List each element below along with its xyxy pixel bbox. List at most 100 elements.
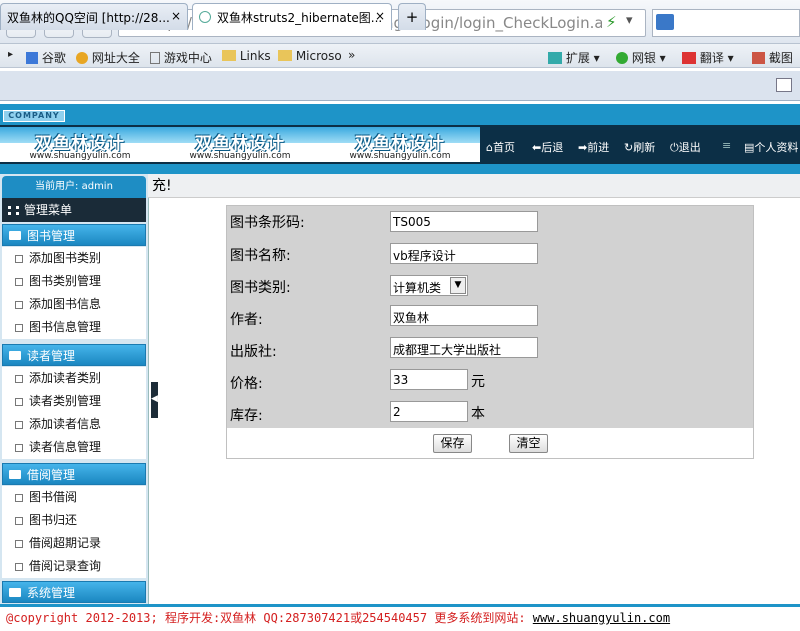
doc-icon — [15, 324, 23, 332]
chevron-down-icon[interactable]: ▼ — [450, 277, 466, 294]
translate-menu[interactable]: 翻译 ▾ — [682, 49, 734, 66]
bookmark-microsoft[interactable]: Microso — [278, 49, 342, 63]
screenshot-menu[interactable]: 截图 — [752, 49, 793, 66]
label-stock: 库存: — [230, 408, 263, 424]
price-input[interactable]: 33 — [390, 369, 468, 390]
footer-site-link[interactable]: www.shuangyulin.com — [533, 611, 670, 625]
banner-2: 双鱼林设计 www.shuangyulin.com — [160, 127, 320, 162]
folder-icon — [278, 50, 292, 61]
chevron-left-icon: ◀ — [151, 394, 158, 404]
save-button[interactable]: 保存 — [433, 434, 472, 453]
author-input[interactable]: 双鱼林 — [390, 305, 538, 326]
book-icon — [9, 231, 21, 240]
stock-input[interactable]: 2 — [390, 401, 468, 422]
home-icon: ⌂ — [486, 141, 493, 154]
barcode-input[interactable]: TS005 — [390, 211, 538, 232]
menu-borrow-query[interactable]: 借阅记录查询 — [2, 555, 146, 578]
menu-reader-category-manage[interactable]: 读者类别管理 — [2, 390, 146, 413]
grid-icon — [8, 206, 19, 215]
section-reader-manage[interactable]: 读者管理 — [2, 344, 146, 366]
menu-add-reader-category[interactable]: 添加读者类别 — [2, 367, 146, 390]
breadcrumb: 充! — [148, 174, 800, 198]
doc-icon — [15, 375, 23, 383]
clear-button[interactable]: 清空 — [509, 434, 548, 453]
doc-icon — [15, 301, 23, 309]
divider-icon: ≡ — [722, 139, 732, 152]
refresh-button[interactable]: ↻刷新 — [624, 139, 655, 155]
company-logo: COMPANY — [3, 110, 65, 122]
tab-qq-space[interactable]: 双鱼林的QQ空间 [http://28... × — [0, 3, 188, 30]
ebank-menu[interactable]: 网银 ▾ — [616, 49, 666, 66]
bookmark-nav[interactable]: 网址大全 — [76, 49, 140, 66]
search-input[interactable] — [652, 9, 800, 37]
doc-icon — [15, 444, 23, 452]
section-borrow-manage[interactable]: 借阅管理 — [2, 463, 146, 485]
lightning-icon[interactable]: ⚡ — [606, 13, 617, 31]
menu-overdue-records[interactable]: 借阅超期记录 — [2, 532, 146, 555]
tab-strip — [0, 71, 800, 101]
menu-reader-info-manage[interactable]: 读者信息管理 — [2, 436, 146, 459]
menu-book-info-manage[interactable]: 图书信息管理 — [2, 316, 146, 339]
shield-icon — [616, 52, 628, 64]
book-name-input[interactable]: vb程序设计 — [390, 243, 538, 264]
dropdown-icon[interactable]: ▾ — [626, 13, 633, 28]
bookmarks-arrow-icon[interactable]: ▸ — [8, 49, 13, 60]
doc-icon — [15, 540, 23, 548]
close-icon[interactable]: × — [171, 9, 181, 23]
page-icon — [150, 52, 160, 64]
doc-icon — [15, 421, 23, 429]
bookmarks-more[interactable]: » — [348, 48, 355, 62]
menu-book-category-manage[interactable]: 图书类别管理 — [2, 270, 146, 293]
label-barcode: 图书条形码: — [230, 215, 305, 231]
book-icon — [9, 470, 21, 479]
close-icon[interactable]: × — [375, 9, 385, 23]
menu-add-book-info[interactable]: 添加图书信息 — [2, 293, 146, 316]
bookmark-google[interactable]: 谷歌 — [26, 49, 66, 66]
new-tab-button[interactable]: + — [398, 3, 426, 30]
search-engine-icon[interactable] — [656, 14, 674, 30]
tab-list-icon[interactable] — [776, 78, 792, 92]
publisher-input[interactable]: 成都理工大学出版社 — [390, 337, 538, 358]
scissors-icon — [752, 52, 765, 64]
section-system-manage[interactable]: 系统管理 — [2, 581, 146, 603]
refresh-icon: ↻ — [624, 141, 634, 154]
arrow-left-icon: ⬅ — [532, 141, 542, 154]
page-icon — [199, 11, 211, 23]
doc-icon — [15, 494, 23, 502]
doc-icon — [15, 278, 23, 286]
doc-icon — [15, 517, 23, 525]
section-book-manage[interactable]: 图书管理 — [2, 224, 146, 246]
label-price: 价格: — [230, 376, 263, 392]
doc-icon — [15, 398, 23, 406]
bookmark-games[interactable]: 游戏中心 — [150, 49, 212, 66]
menu-return-book[interactable]: 图书归还 — [2, 509, 146, 532]
menu-add-reader-info[interactable]: 添加读者信息 — [2, 413, 146, 436]
profile-icon: ▤ — [744, 141, 755, 154]
banner-3: 双鱼林设计 www.shuangyulin.com — [320, 127, 480, 162]
book-category-select[interactable]: 计算机类 ▼ — [390, 275, 468, 296]
back-button[interactable]: ⬅后退 — [532, 139, 563, 155]
price-unit: 元 — [471, 374, 485, 390]
label-book-category: 图书类别: — [230, 280, 291, 296]
extension-icon — [548, 52, 562, 64]
profile-button[interactable]: ▤个人资料 — [744, 139, 798, 155]
folder-icon — [222, 50, 236, 61]
menu-add-book-category[interactable]: 添加图书类别 — [2, 247, 146, 270]
home-button[interactable]: ⌂首页 — [486, 139, 515, 155]
forward-button[interactable]: ➡前进 — [578, 139, 609, 155]
collapse-handle[interactable]: ◀ — [151, 382, 158, 418]
logout-button[interactable]: ⏻退出 — [670, 139, 701, 155]
google-icon — [26, 52, 38, 64]
label-book-name: 图书名称: — [230, 248, 291, 264]
nav-site-icon — [76, 52, 88, 64]
label-publisher: 出版社: — [230, 344, 277, 360]
footer: @copyright 2012-2013; 程序开发:双鱼林 QQ:287307… — [0, 604, 800, 631]
bookmark-links[interactable]: Links — [222, 49, 271, 63]
stock-unit: 本 — [471, 406, 485, 422]
translate-icon — [682, 52, 696, 64]
menu-borrow-book[interactable]: 图书借阅 — [2, 486, 146, 509]
power-icon: ⏻ — [670, 141, 679, 154]
extension-menu[interactable]: 扩展 ▾ — [548, 49, 600, 66]
doc-icon — [15, 255, 23, 263]
tab-books-manage[interactable]: 双鱼林struts2_hibernate图... × — [192, 3, 392, 30]
